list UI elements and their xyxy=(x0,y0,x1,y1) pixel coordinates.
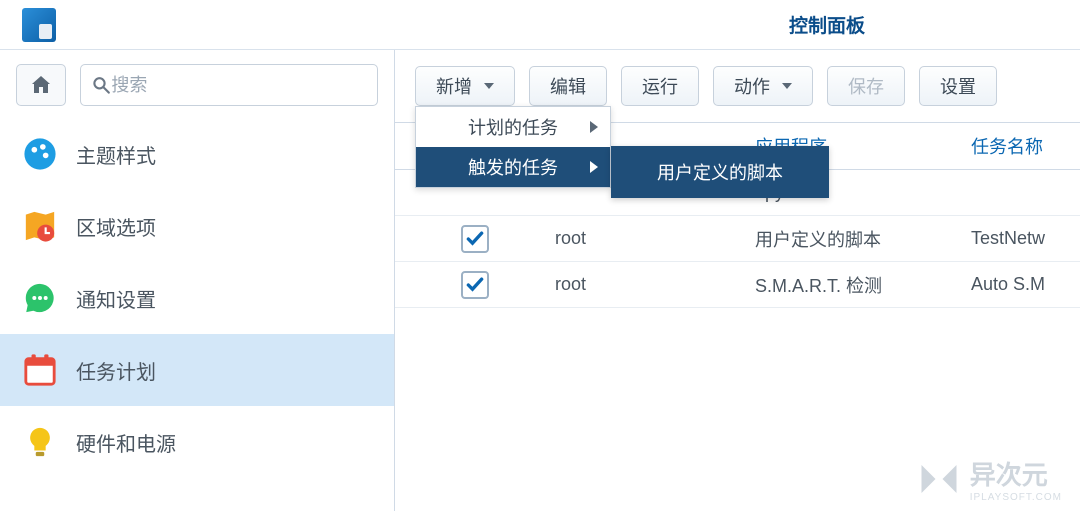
app-icon xyxy=(22,8,56,42)
menu-label: 计划的任务 xyxy=(468,114,558,140)
chevron-right-icon xyxy=(590,117,598,138)
edit-button[interactable]: 编辑 xyxy=(529,66,607,106)
cell-user: root xyxy=(555,228,755,249)
action-label: 动作 xyxy=(734,73,770,99)
home-button[interactable] xyxy=(16,64,66,106)
table-row[interactable]: root 用户定义的脚本 TestNetw xyxy=(395,216,1080,262)
sidebar-item-notification[interactable]: 通知设置 xyxy=(0,262,394,334)
watermark-text: 异次元 xyxy=(970,455,1062,492)
search-input[interactable] xyxy=(111,75,367,96)
nav-label: 主题样式 xyxy=(76,140,156,169)
submenu-user-script[interactable]: 用户定义的脚本 xyxy=(611,146,829,198)
calendar-icon xyxy=(22,352,58,388)
menu-triggered-task[interactable]: 触发的任务 xyxy=(416,147,610,187)
search-field[interactable] xyxy=(80,64,378,106)
window-title: 控制面板 xyxy=(789,11,865,38)
menu-label: 触发的任务 xyxy=(468,154,558,180)
checkbox-icon[interactable] xyxy=(461,225,489,253)
content-area: 新增 编辑 运行 动作 保存 设置 者 应用程序 任务名称 opy root 用… xyxy=(395,50,1080,511)
sidebar-item-region[interactable]: 区域选项 xyxy=(0,190,394,262)
chat-icon xyxy=(22,280,58,316)
action-button[interactable]: 动作 xyxy=(713,66,813,106)
sidebar-item-theme[interactable]: 主题样式 xyxy=(0,118,394,190)
titlebar: 控制面板 xyxy=(0,0,1080,50)
map-clock-icon xyxy=(22,208,58,244)
watermark: 异次元 IPLAYSOFT.COM xyxy=(918,455,1062,503)
run-button[interactable]: 运行 xyxy=(621,66,699,106)
cell-app: 用户定义的脚本 xyxy=(755,226,965,252)
palette-icon xyxy=(22,136,58,172)
sidebar: 主题样式 区域选项 通知设置 任务计划 硬件和电源 xyxy=(0,50,395,511)
nav-label: 通知设置 xyxy=(76,284,156,313)
nav-list: 主题样式 区域选项 通知设置 任务计划 硬件和电源 xyxy=(0,118,394,488)
menu-scheduled-task[interactable]: 计划的任务 xyxy=(416,107,610,147)
checkbox-icon[interactable] xyxy=(461,271,489,299)
chevron-right-icon xyxy=(590,157,598,178)
search-icon xyxy=(91,74,111,96)
nav-label: 硬件和电源 xyxy=(76,428,176,457)
save-button: 保存 xyxy=(827,66,905,106)
cell-user: root xyxy=(555,274,755,295)
home-icon xyxy=(29,73,53,97)
nav-label: 任务计划 xyxy=(76,356,156,385)
cell-app: S.M.A.R.T. 检测 xyxy=(755,272,965,298)
watermark-sub: IPLAYSOFT.COM xyxy=(970,492,1062,503)
cell-task: TestNetw xyxy=(965,228,1080,249)
add-label: 新增 xyxy=(436,73,472,99)
table-row[interactable]: root S.M.A.R.T. 检测 Auto S.M xyxy=(395,262,1080,308)
submenu-label: 用户定义的脚本 xyxy=(657,159,783,185)
add-button[interactable]: 新增 xyxy=(415,66,515,106)
watermark-logo-icon xyxy=(918,461,960,497)
settings-button[interactable]: 设置 xyxy=(919,66,997,106)
add-menu: 计划的任务 触发的任务 xyxy=(415,106,611,188)
bulb-icon xyxy=(22,424,58,460)
sidebar-item-hardware[interactable]: 硬件和电源 xyxy=(0,406,394,478)
col-task[interactable]: 任务名称 xyxy=(965,133,1080,159)
cell-task: Auto S.M xyxy=(965,274,1080,295)
sidebar-item-task-scheduler[interactable]: 任务计划 xyxy=(0,334,394,406)
nav-label: 区域选项 xyxy=(76,212,156,241)
